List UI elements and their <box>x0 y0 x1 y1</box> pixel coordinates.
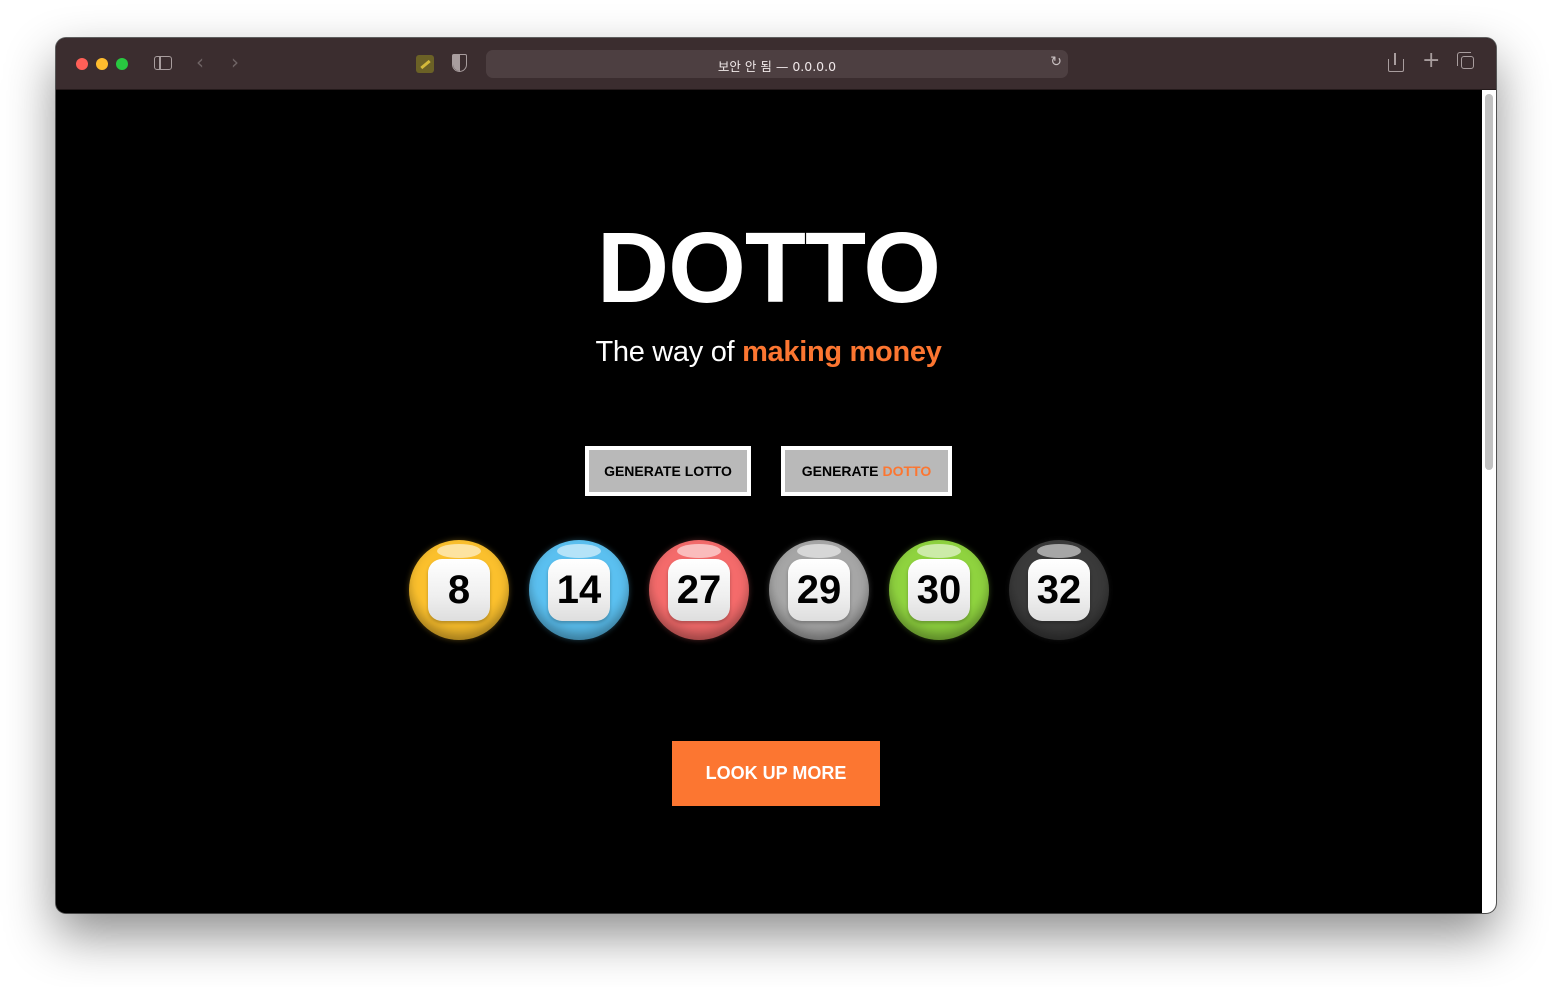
lotto-ball-number: 29 <box>788 559 850 621</box>
address-bar[interactable]: 보안 안 됨 — 0.0.0.0 ↻ <box>486 50 1068 78</box>
lotto-ball-number: 8 <box>428 559 490 621</box>
look-up-more-label: LOOK UP MORE <box>705 763 847 783</box>
address-text: 보안 안 됨 — 0.0.0.0 <box>717 59 837 74</box>
tagline-prefix: The way of <box>595 336 743 368</box>
browser-toolbar: ‹ › 보안 안 됨 — 0.0.0.0 ↻ + <box>56 38 1496 90</box>
lotto-ball: 14 <box>529 540 629 640</box>
page-viewport: DOTTO The way of making money GENERATE L… <box>56 90 1496 913</box>
tagline-accent: making money <box>742 336 942 368</box>
lotto-ball-number: 32 <box>1028 559 1090 621</box>
page-title: DOTTO <box>596 212 941 324</box>
zoom-window-button[interactable] <box>116 58 128 70</box>
share-icon[interactable] <box>1388 53 1404 72</box>
new-tab-icon[interactable]: + <box>1422 48 1440 73</box>
sidebar-toggle-icon[interactable] <box>154 56 172 70</box>
generate-dotto-accent: DOTTO <box>882 463 932 479</box>
lotto-ball: 30 <box>889 540 989 640</box>
minimize-window-button[interactable] <box>96 58 108 70</box>
lotto-ball: 8 <box>409 540 509 640</box>
reload-icon[interactable]: ↻ <box>1050 54 1062 70</box>
lotto-ball: 32 <box>1009 540 1109 640</box>
look-up-more-button[interactable]: LOOK UP MORE <box>672 741 880 806</box>
generate-dotto-button[interactable]: GENERATE DOTTO <box>781 446 952 496</box>
lotto-ball: 29 <box>769 540 869 640</box>
tab-overview-icon[interactable] <box>1457 52 1474 69</box>
lotto-ball-number: 27 <box>668 559 730 621</box>
back-icon[interactable]: ‹ <box>196 50 204 74</box>
privacy-shield-icon[interactable] <box>452 54 467 72</box>
generate-dotto-label: GENERATE <box>801 463 879 479</box>
generate-lotto-label: GENERATE LOTTO <box>604 463 732 479</box>
lotto-ball-number: 30 <box>908 559 970 621</box>
extension-icon[interactable] <box>416 55 434 73</box>
browser-window: ‹ › 보안 안 됨 — 0.0.0.0 ↻ + DOTTO The way o… <box>56 38 1496 913</box>
scrollbar-thumb[interactable] <box>1485 94 1493 470</box>
close-window-button[interactable] <box>76 58 88 70</box>
generate-lotto-button[interactable]: GENERATE LOTTO <box>585 446 751 496</box>
forward-icon[interactable]: › <box>231 50 239 74</box>
tagline: The way of making money <box>56 336 1481 369</box>
lotto-ball-number: 14 <box>548 559 610 621</box>
scrollbar-track[interactable] <box>1482 90 1496 913</box>
lotto-ball: 27 <box>649 540 749 640</box>
